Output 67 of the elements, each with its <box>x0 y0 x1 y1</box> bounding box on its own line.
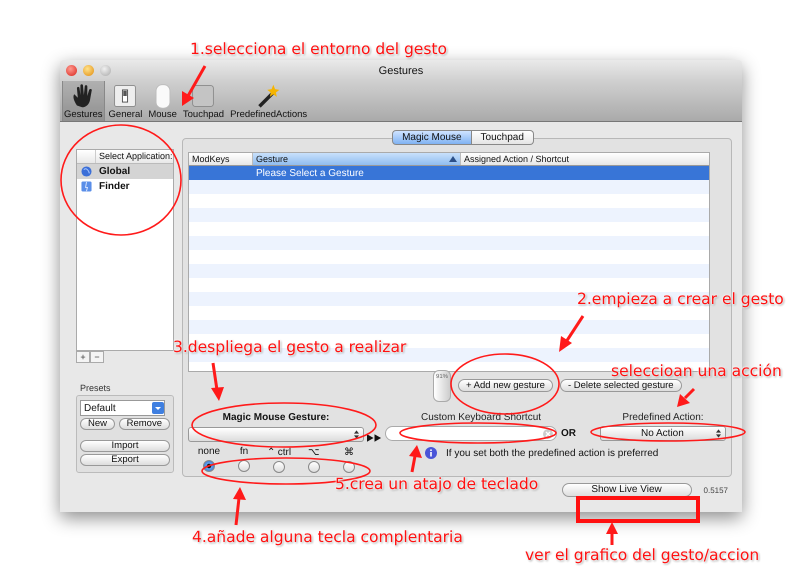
touchpad-icon <box>190 83 216 109</box>
annotation-text: 3.despliega el gesto a realizar <box>173 338 406 356</box>
list-button[interactable]: − <box>90 351 104 363</box>
column-header[interactable]: Assigned Action / Shortcut <box>461 153 709 165</box>
info-icon <box>425 447 437 459</box>
toolbar-tab[interactable]: Touchpad <box>180 81 226 121</box>
updown-arrow-icon <box>354 430 359 439</box>
annotation-text: seleccioan una acción <box>611 362 782 380</box>
callout-arrow <box>409 445 422 472</box>
toolbar-tab[interactable]: Mouse <box>146 81 179 121</box>
gesture-dropdown[interactable] <box>188 427 364 442</box>
preset-dropdown[interactable]: Default <box>80 400 165 416</box>
window-title: Gestures <box>378 64 424 76</box>
annotation-text: 2.empieza a crear el gesto <box>577 290 784 308</box>
modifier-radio[interactable] <box>308 461 320 473</box>
annotation-text: ver el grafico del gesto/accion <box>525 546 760 564</box>
magic-wand-icon <box>256 83 282 109</box>
table-cell: Please Select a Gesture <box>256 168 364 178</box>
info-text: If you set both the predefined action is preferred <box>446 448 658 458</box>
device-tab[interactable]: Magic Mouse <box>392 130 472 145</box>
globe-icon <box>81 166 92 177</box>
device-tab[interactable]: Touchpad <box>472 130 534 145</box>
version-label: 0.5157 <box>704 486 728 494</box>
toolbar-tab[interactable]: Gestures <box>62 81 105 121</box>
export-button[interactable]: Export <box>80 454 170 466</box>
annotation-text: 4.añade alguna tecla complentaria <box>192 528 463 546</box>
column-header: Select Application: <box>98 150 173 163</box>
or-label: OR <box>561 428 576 439</box>
table-row[interactable]: Please Select a Gesture <box>189 166 709 180</box>
callout-arrow <box>182 65 206 106</box>
callout-arrow <box>559 315 584 352</box>
modifier-label: ⌃ ctrl <box>266 446 292 458</box>
add-gesture-button[interactable]: + Add new gesture <box>458 379 553 392</box>
predefined-action-label: Predefined Action: <box>622 412 704 423</box>
modifier-label: ⌘ <box>344 446 354 458</box>
delete-gesture-button[interactable]: - Delete selected gesture <box>560 379 682 392</box>
modifier-label: ⌥ <box>308 446 320 458</box>
annotation-text: 1.selecciona el entorno del gesto <box>190 40 447 58</box>
shortcut-field[interactable] <box>385 426 557 441</box>
callout-arrow <box>233 487 246 526</box>
show-live-view-button[interactable]: Show Live View <box>562 483 692 497</box>
application-item[interactable]: Global <box>77 164 173 179</box>
modifier-label: none <box>198 446 220 457</box>
callout-arrow <box>677 388 696 407</box>
updown-arrow-icon <box>716 429 721 438</box>
sort-arrow-icon <box>449 156 457 162</box>
application-item[interactable]: Finder <box>77 179 173 194</box>
annotation-text: 5.crea un atajo de teclado <box>335 475 538 493</box>
remove-button[interactable]: Remove <box>118 418 170 430</box>
close-button[interactable] <box>66 65 77 76</box>
modifier-radio[interactable] <box>238 460 250 472</box>
column-header[interactable]: Gesture <box>253 153 461 165</box>
callout-arrow <box>606 522 618 545</box>
new-button[interactable]: New <box>80 418 116 430</box>
double-arrow-icon <box>367 434 382 442</box>
callout-arrow <box>211 362 224 401</box>
gesture-select-label: Magic Mouse Gesture: <box>222 412 330 423</box>
modifier-label: fn <box>240 446 248 457</box>
predefined-action-dropdown[interactable]: No Action <box>600 426 726 441</box>
list-button[interactable]: + <box>76 351 90 363</box>
modifier-radio[interactable] <box>273 461 285 473</box>
toolbar-tab[interactable]: PredefinedActions <box>228 81 310 121</box>
switch-panel-icon <box>112 83 138 109</box>
clear-icon <box>543 428 553 438</box>
import-button[interactable]: Import <box>80 440 170 452</box>
presets-label: Presets <box>79 383 112 393</box>
toolbar-tab[interactable]: General <box>106 81 144 121</box>
